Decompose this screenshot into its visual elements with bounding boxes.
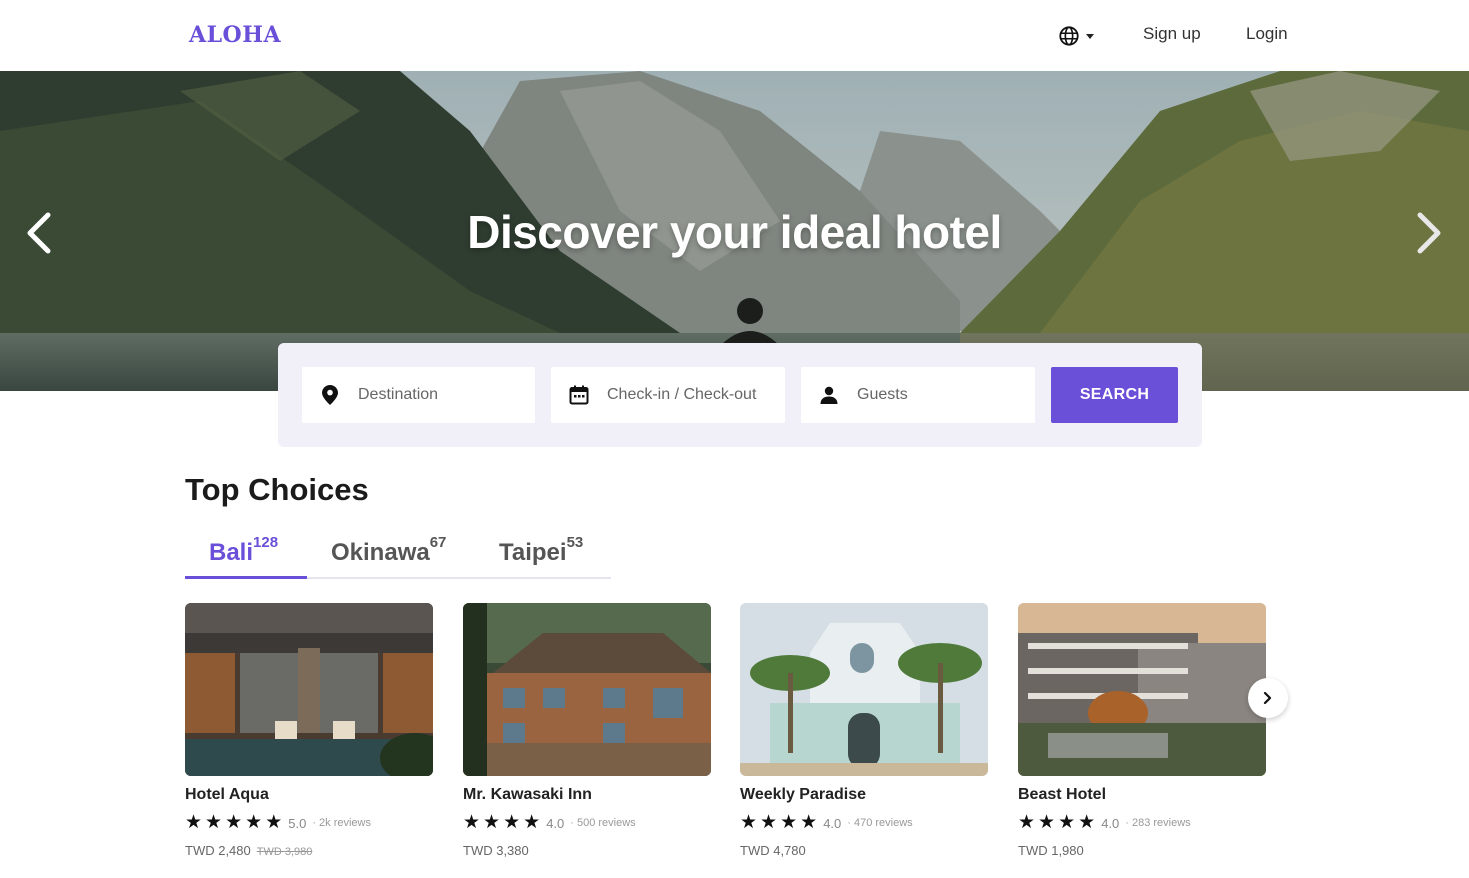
star-icon: ★	[1058, 812, 1076, 833]
location-pin-icon	[320, 385, 340, 405]
calendar-icon	[569, 385, 589, 405]
star-icon: ★	[225, 812, 243, 833]
chevron-left-icon	[27, 212, 51, 254]
rating-score: 5.0	[288, 815, 307, 831]
hotel-rating: ★ ★ ★ ★ ★ 5.0 · 2k reviews	[185, 812, 433, 833]
signup-link[interactable]: Sign up	[1143, 24, 1201, 44]
original-price: TWD 3,980	[256, 846, 313, 858]
date-field[interactable]: Check-in / Check-out	[551, 367, 785, 423]
current-price: TWD 2,480	[185, 843, 251, 858]
current-price: TWD 4,780	[740, 843, 806, 858]
guests-field[interactable]: Guests	[801, 367, 1035, 423]
hotel-name: Weekly Paradise	[740, 786, 867, 803]
star-icon: ★	[463, 812, 481, 833]
star-icon: ★	[1038, 812, 1056, 833]
hotel-name: Mr. Kawasaki Inn	[463, 786, 592, 803]
review-count: · 283 reviews	[1125, 817, 1191, 829]
tab-label: Taipei	[499, 539, 567, 566]
hotel-image	[740, 603, 988, 776]
carousel-next-button[interactable]	[1248, 678, 1288, 718]
star-rating: ★ ★ ★ ★	[463, 812, 541, 833]
caret-down-icon	[1086, 33, 1094, 39]
star-icon: ★	[245, 812, 263, 833]
review-count: · 2k reviews	[312, 817, 371, 829]
hotel-name: Beast Hotel	[1018, 786, 1107, 803]
search-panel: Destination Check-in / Check-out Guests …	[278, 343, 1202, 447]
tab-count: 67	[429, 534, 447, 551]
star-icon: ★	[523, 812, 541, 833]
person-icon	[819, 385, 839, 405]
tab-label: Bali	[209, 539, 254, 566]
star-icon: ★	[265, 812, 283, 833]
current-price: TWD 1,980	[1018, 843, 1084, 858]
star-icon: ★	[740, 812, 758, 833]
chevron-right-icon	[1417, 212, 1441, 254]
chevron-right-icon	[1263, 691, 1272, 705]
star-rating: ★ ★ ★ ★ ★	[185, 812, 283, 833]
active-tab-indicator	[185, 576, 307, 579]
hotel-name: Hotel Aqua	[185, 786, 269, 803]
star-icon: ★	[503, 812, 521, 833]
globe-icon	[1059, 26, 1079, 46]
tab-okinawa[interactable]: Okinawa67	[331, 534, 446, 567]
hotel-rating: ★ ★ ★ ★ 4.0 · 500 reviews	[463, 812, 711, 833]
review-count: · 470 reviews	[847, 817, 913, 829]
tab-taipei[interactable]: Taipei53	[499, 534, 583, 567]
login-link[interactable]: Login	[1246, 24, 1288, 44]
star-icon: ★	[800, 812, 818, 833]
destination-placeholder: Destination	[358, 386, 439, 403]
hotel-image	[463, 603, 711, 776]
rating-score: 4.0	[823, 815, 842, 831]
rating-score: 4.0	[1101, 815, 1120, 831]
review-count: · 500 reviews	[570, 817, 636, 829]
star-rating: ★ ★ ★ ★	[1018, 812, 1096, 833]
tab-bali[interactable]: Bali128	[209, 534, 278, 567]
top-navbar: ALOHA Sign up Login	[0, 0, 1469, 71]
hotel-price: TWD 1,980	[1018, 843, 1266, 858]
hotel-image	[1018, 603, 1266, 776]
hero-title: Discover your ideal hotel	[467, 206, 1002, 258]
star-rating: ★ ★ ★ ★	[740, 812, 818, 833]
hotel-card[interactable]: Weekly Paradise ★ ★ ★ ★ 4.0 · 470 reviews T…	[740, 603, 988, 858]
hotel-rating: ★ ★ ★ ★ 4.0 · 283 reviews	[1018, 812, 1266, 833]
hotel-image	[185, 603, 433, 776]
hotel-card[interactable]: Mr. Kawasaki Inn ★ ★ ★ ★ 4.0 · 500 reviews …	[463, 603, 711, 858]
star-icon: ★	[1018, 812, 1036, 833]
star-icon: ★	[205, 812, 223, 833]
star-icon: ★	[185, 812, 203, 833]
section-title: Top Choices	[185, 472, 369, 507]
hero-prev-button[interactable]	[24, 211, 54, 255]
hero-next-button[interactable]	[1414, 211, 1444, 255]
city-tabs: Bali128 Okinawa67 Taipei53	[185, 532, 611, 579]
current-price: TWD 3,380	[463, 843, 529, 858]
guests-placeholder: Guests	[857, 386, 908, 403]
destination-field[interactable]: Destination	[302, 367, 535, 423]
hotel-card[interactable]: Hotel Aqua ★ ★ ★ ★ ★ 5.0 · 2k reviews TWD 2,…	[185, 603, 433, 858]
date-placeholder: Check-in / Check-out	[607, 386, 757, 403]
hotel-price: TWD 2,480 TWD 3,980	[185, 843, 433, 858]
star-icon: ★	[1078, 812, 1096, 833]
star-icon: ★	[780, 812, 798, 833]
star-icon: ★	[483, 812, 501, 833]
hotel-price: TWD 3,380	[463, 843, 711, 858]
language-selector[interactable]	[1058, 24, 1098, 48]
tab-count: 53	[566, 534, 584, 551]
rating-score: 4.0	[546, 815, 565, 831]
hotel-price: TWD 4,780	[740, 843, 988, 858]
hotel-card[interactable]: Beast Hotel ★ ★ ★ ★ 4.0 · 283 reviews TWD 1…	[1018, 603, 1266, 858]
search-button[interactable]: SEARCH	[1051, 367, 1178, 423]
logo[interactable]: ALOHA	[189, 22, 281, 48]
tab-label: Okinawa	[331, 539, 430, 566]
star-icon: ★	[760, 812, 778, 833]
tab-count: 128	[253, 534, 279, 551]
hotel-rating: ★ ★ ★ ★ 4.0 · 470 reviews	[740, 812, 988, 833]
